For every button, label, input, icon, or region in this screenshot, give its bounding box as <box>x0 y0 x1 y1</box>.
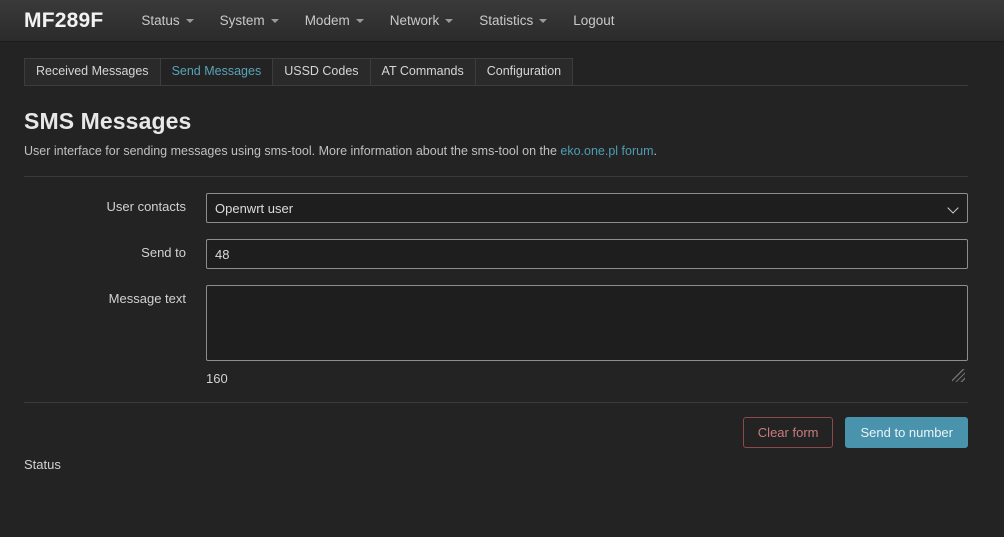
status-label: Status <box>24 457 61 472</box>
chevron-down-icon <box>355 18 364 23</box>
nav-item-modem[interactable]: Modem <box>305 13 364 28</box>
send-to-control <box>206 239 968 269</box>
chevron-down-icon <box>185 18 194 23</box>
message-text-label: Message text <box>108 291 186 306</box>
send-to-number-button[interactable]: Send to number <box>845 417 968 448</box>
user-contacts-label: User contacts <box>106 199 186 214</box>
character-counter: 160 <box>206 371 228 386</box>
page-title: SMS Messages <box>24 108 192 134</box>
chevron-down-icon <box>539 18 548 23</box>
nav-item-network[interactable]: Network <box>390 13 454 28</box>
nav-item-label: Modem <box>304 13 350 28</box>
nav-item-label: Network <box>389 13 440 28</box>
main-content: SMS Messages User interface for sending … <box>0 108 1004 472</box>
chevron-down-icon <box>270 18 279 23</box>
top-navigation-bar: MF289F Status System Modem Network Stati… <box>0 0 1004 42</box>
field-send-to: Send to <box>24 239 968 269</box>
nav-item-system[interactable]: System <box>220 13 279 28</box>
sms-send-form: User contacts Openwrt user Send to Messa… <box>24 177 968 386</box>
tab-at-commands[interactable]: AT Commands <box>369 58 476 85</box>
nav-item-label: Statistics <box>479 13 534 28</box>
tab-send-messages[interactable]: Send Messages <box>159 58 274 85</box>
tab-strip-container: Received Messages Send Messages USSD Cod… <box>0 42 1004 86</box>
user-contacts-control: Openwrt user <box>206 193 968 223</box>
tab-configuration[interactable]: Configuration <box>474 58 574 85</box>
form-actions: Clear form Send to number <box>24 403 968 448</box>
chevron-down-icon <box>445 18 454 23</box>
page-description-text: User interface for sending messages usin… <box>24 144 561 158</box>
field-message-text: Message text 160 <box>24 285 968 386</box>
forum-link[interactable]: eko.one.pl forum <box>560 144 653 158</box>
nav-item-logout[interactable]: Logout <box>573 13 614 28</box>
nav-item-statistics[interactable]: Statistics <box>479 13 548 28</box>
brand-logo[interactable]: MF289F <box>24 10 103 31</box>
clear-form-button[interactable]: Clear form <box>742 417 834 448</box>
page-description-suffix: . <box>653 144 657 158</box>
tab-received-messages[interactable]: Received Messages <box>24 58 161 85</box>
field-user-contacts: User contacts Openwrt user <box>24 193 968 223</box>
message-text-control: 160 <box>206 285 968 386</box>
send-to-input[interactable] <box>206 239 968 269</box>
send-to-label: Send to <box>141 245 186 260</box>
user-contacts-select[interactable]: Openwrt user <box>206 193 968 223</box>
tab-ussd-codes[interactable]: USSD Codes <box>272 58 371 85</box>
message-text-textarea[interactable] <box>206 285 968 361</box>
nav-item-label: System <box>219 13 265 28</box>
nav-item-label: Logout <box>573 13 615 28</box>
page-description: User interface for sending messages usin… <box>24 144 968 158</box>
nav-item-label: Status <box>141 13 180 28</box>
nav-item-status[interactable]: Status <box>141 13 194 28</box>
tab-strip: Received Messages Send Messages USSD Cod… <box>24 58 968 86</box>
